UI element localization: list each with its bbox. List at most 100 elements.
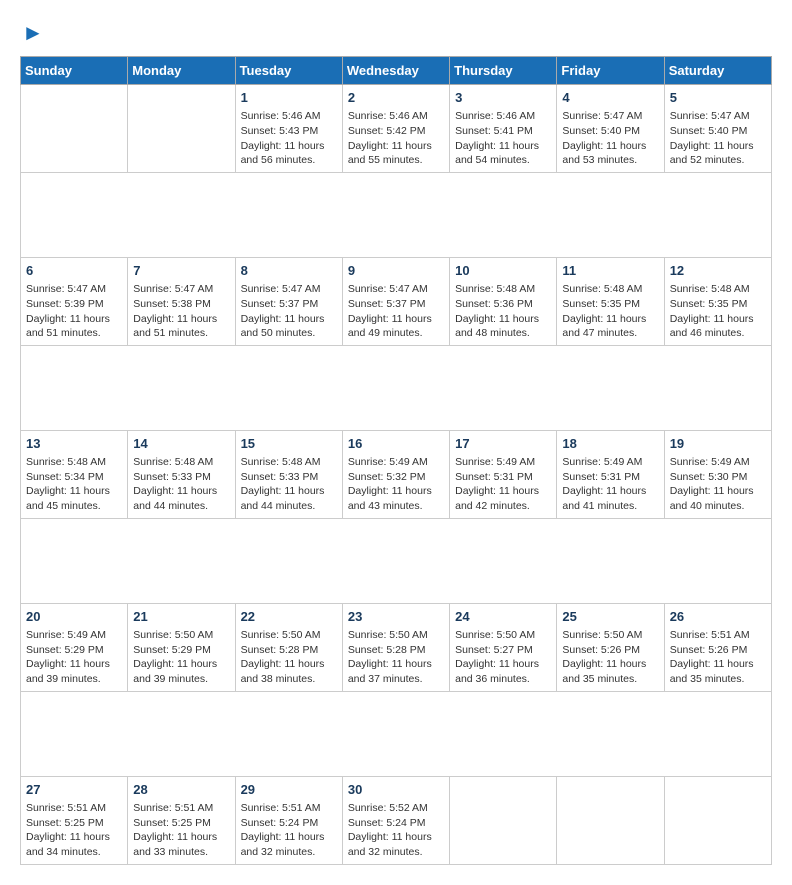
- day-info: Sunset: 5:30 PM: [670, 470, 766, 485]
- day-info: Daylight: 11 hours and 56 minutes.: [241, 139, 337, 168]
- day-info: Sunset: 5:35 PM: [562, 297, 658, 312]
- calendar-cell: 11Sunrise: 5:48 AMSunset: 5:35 PMDayligh…: [557, 257, 664, 345]
- day-info: Daylight: 11 hours and 34 minutes.: [26, 830, 122, 859]
- day-info: Sunrise: 5:50 AM: [455, 628, 551, 643]
- calendar-cell: 17Sunrise: 5:49 AMSunset: 5:31 PMDayligh…: [450, 430, 557, 518]
- day-info: Sunrise: 5:49 AM: [670, 455, 766, 470]
- day-info: Sunset: 5:33 PM: [241, 470, 337, 485]
- day-info: Sunrise: 5:50 AM: [562, 628, 658, 643]
- day-info: Sunset: 5:29 PM: [26, 643, 122, 658]
- day-info: Sunrise: 5:51 AM: [670, 628, 766, 643]
- calendar-week-row: 1Sunrise: 5:46 AMSunset: 5:43 PMDaylight…: [21, 85, 772, 173]
- calendar-cell: 28Sunrise: 5:51 AMSunset: 5:25 PMDayligh…: [128, 776, 235, 864]
- day-info: Daylight: 11 hours and 41 minutes.: [562, 484, 658, 513]
- day-number: 8: [241, 262, 337, 280]
- calendar-cell: 30Sunrise: 5:52 AMSunset: 5:24 PMDayligh…: [342, 776, 449, 864]
- day-number: 20: [26, 608, 122, 626]
- calendar-cell: 24Sunrise: 5:50 AMSunset: 5:27 PMDayligh…: [450, 603, 557, 691]
- week-separator: [21, 345, 772, 430]
- day-number: 27: [26, 781, 122, 799]
- weekday-header-monday: Monday: [128, 57, 235, 85]
- day-info: Sunrise: 5:48 AM: [26, 455, 122, 470]
- day-number: 22: [241, 608, 337, 626]
- day-info: Daylight: 11 hours and 46 minutes.: [670, 312, 766, 341]
- day-info: Daylight: 11 hours and 35 minutes.: [562, 657, 658, 686]
- day-number: 2: [348, 89, 444, 107]
- day-info: Sunrise: 5:47 AM: [670, 109, 766, 124]
- day-info: Sunrise: 5:46 AM: [348, 109, 444, 124]
- day-info: Sunrise: 5:48 AM: [455, 282, 551, 297]
- calendar-cell: 26Sunrise: 5:51 AMSunset: 5:26 PMDayligh…: [664, 603, 771, 691]
- calendar-cell: 16Sunrise: 5:49 AMSunset: 5:32 PMDayligh…: [342, 430, 449, 518]
- day-number: 18: [562, 435, 658, 453]
- day-number: 14: [133, 435, 229, 453]
- calendar-cell: 29Sunrise: 5:51 AMSunset: 5:24 PMDayligh…: [235, 776, 342, 864]
- day-info: Sunset: 5:32 PM: [348, 470, 444, 485]
- day-number: 10: [455, 262, 551, 280]
- day-info: Sunrise: 5:52 AM: [348, 801, 444, 816]
- day-info: Daylight: 11 hours and 49 minutes.: [348, 312, 444, 341]
- day-info: Sunrise: 5:48 AM: [670, 282, 766, 297]
- day-info: Sunset: 5:40 PM: [670, 124, 766, 139]
- calendar-cell: 2 Sunrise: 5:46 AMSunset: 5:42 PMDaylight…: [342, 85, 449, 173]
- day-info: Daylight: 11 hours and 42 minutes.: [455, 484, 551, 513]
- day-info: Sunrise: 5:50 AM: [133, 628, 229, 643]
- calendar-week-row: 13Sunrise: 5:48 AMSunset: 5:34 PMDayligh…: [21, 430, 772, 518]
- day-info: Sunset: 5:37 PM: [348, 297, 444, 312]
- day-info: Sunrise: 5:48 AM: [133, 455, 229, 470]
- day-info: Daylight: 11 hours and 37 minutes.: [348, 657, 444, 686]
- day-info: Daylight: 11 hours and 50 minutes.: [241, 312, 337, 341]
- day-info: Sunset: 5:31 PM: [455, 470, 551, 485]
- day-info: Daylight: 11 hours and 55 minutes.: [348, 139, 444, 168]
- day-number: 15: [241, 435, 337, 453]
- weekday-header-friday: Friday: [557, 57, 664, 85]
- day-info: Sunset: 5:28 PM: [348, 643, 444, 658]
- day-info: Daylight: 11 hours and 47 minutes.: [562, 312, 658, 341]
- day-info: Sunrise: 5:47 AM: [133, 282, 229, 297]
- week-separator: [21, 172, 772, 257]
- day-info: Sunset: 5:25 PM: [26, 816, 122, 831]
- day-info: Sunrise: 5:49 AM: [562, 455, 658, 470]
- day-info: Sunrise: 5:47 AM: [348, 282, 444, 297]
- day-info: Daylight: 11 hours and 36 minutes.: [455, 657, 551, 686]
- day-info: Sunset: 5:42 PM: [348, 124, 444, 139]
- calendar-cell: 23Sunrise: 5:50 AMSunset: 5:28 PMDayligh…: [342, 603, 449, 691]
- calendar-cell: 14Sunrise: 5:48 AMSunset: 5:33 PMDayligh…: [128, 430, 235, 518]
- day-info: Daylight: 11 hours and 51 minutes.: [26, 312, 122, 341]
- day-info: Daylight: 11 hours and 54 minutes.: [455, 139, 551, 168]
- calendar-header-row: SundayMondayTuesdayWednesdayThursdayFrid…: [21, 57, 772, 85]
- logo: ►: [20, 20, 44, 46]
- day-number: 6: [26, 262, 122, 280]
- logo-arrow-icon: ►: [22, 20, 44, 46]
- calendar-table: SundayMondayTuesdayWednesdayThursdayFrid…: [20, 56, 772, 865]
- day-number: 28: [133, 781, 229, 799]
- day-info: Sunset: 5:25 PM: [133, 816, 229, 831]
- day-info: Sunrise: 5:46 AM: [241, 109, 337, 124]
- day-info: Daylight: 11 hours and 39 minutes.: [133, 657, 229, 686]
- calendar-week-row: 27Sunrise: 5:51 AMSunset: 5:25 PMDayligh…: [21, 776, 772, 864]
- calendar-cell: 18Sunrise: 5:49 AMSunset: 5:31 PMDayligh…: [557, 430, 664, 518]
- day-info: Sunset: 5:27 PM: [455, 643, 551, 658]
- calendar-cell: 4Sunrise: 5:47 AMSunset: 5:40 PMDaylight…: [557, 85, 664, 173]
- day-number: 19: [670, 435, 766, 453]
- weekday-header-saturday: Saturday: [664, 57, 771, 85]
- calendar-cell: [557, 776, 664, 864]
- calendar-cell: 27 Sunrise: 5:51 AMSunset: 5:25 PMDayligh…: [21, 776, 128, 864]
- calendar-cell: 5Sunrise: 5:47 AMSunset: 5:40 PMDaylight…: [664, 85, 771, 173]
- day-info: Sunrise: 5:49 AM: [455, 455, 551, 470]
- day-number: 29: [241, 781, 337, 799]
- calendar-cell: [450, 776, 557, 864]
- day-number: 4: [562, 89, 658, 107]
- day-info: Daylight: 11 hours and 53 minutes.: [562, 139, 658, 168]
- weekday-header-sunday: Sunday: [21, 57, 128, 85]
- calendar-cell: 20Sunrise: 5:49 AMSunset: 5:29 PMDayligh…: [21, 603, 128, 691]
- day-number: 16: [348, 435, 444, 453]
- day-info: Sunrise: 5:51 AM: [26, 801, 122, 816]
- day-info: Daylight: 11 hours and 43 minutes.: [348, 484, 444, 513]
- calendar-cell: 19Sunrise: 5:49 AMSunset: 5:30 PMDayligh…: [664, 430, 771, 518]
- day-info: Daylight: 11 hours and 32 minutes.: [241, 830, 337, 859]
- day-number: 9: [348, 262, 444, 280]
- day-info: Sunrise: 5:50 AM: [348, 628, 444, 643]
- day-number: 1: [241, 89, 337, 107]
- day-info: Sunset: 5:37 PM: [241, 297, 337, 312]
